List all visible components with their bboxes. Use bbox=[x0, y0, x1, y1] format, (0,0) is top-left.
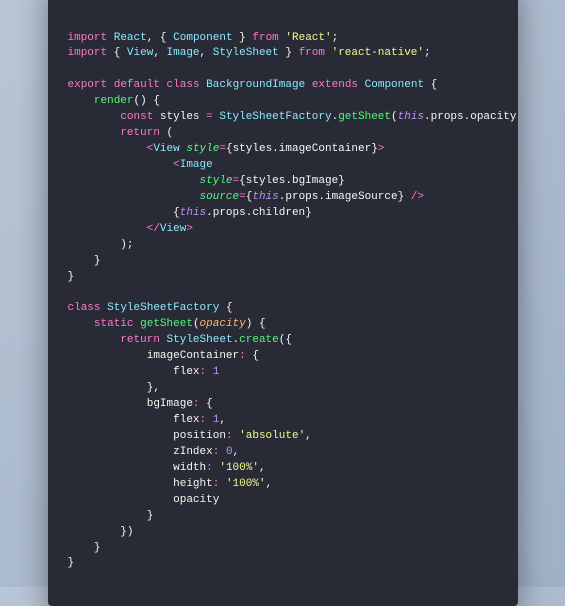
code-editor: import React, { Component } from 'React'… bbox=[48, 0, 518, 606]
code-block: import React, { Component } from 'React'… bbox=[68, 31, 498, 573]
